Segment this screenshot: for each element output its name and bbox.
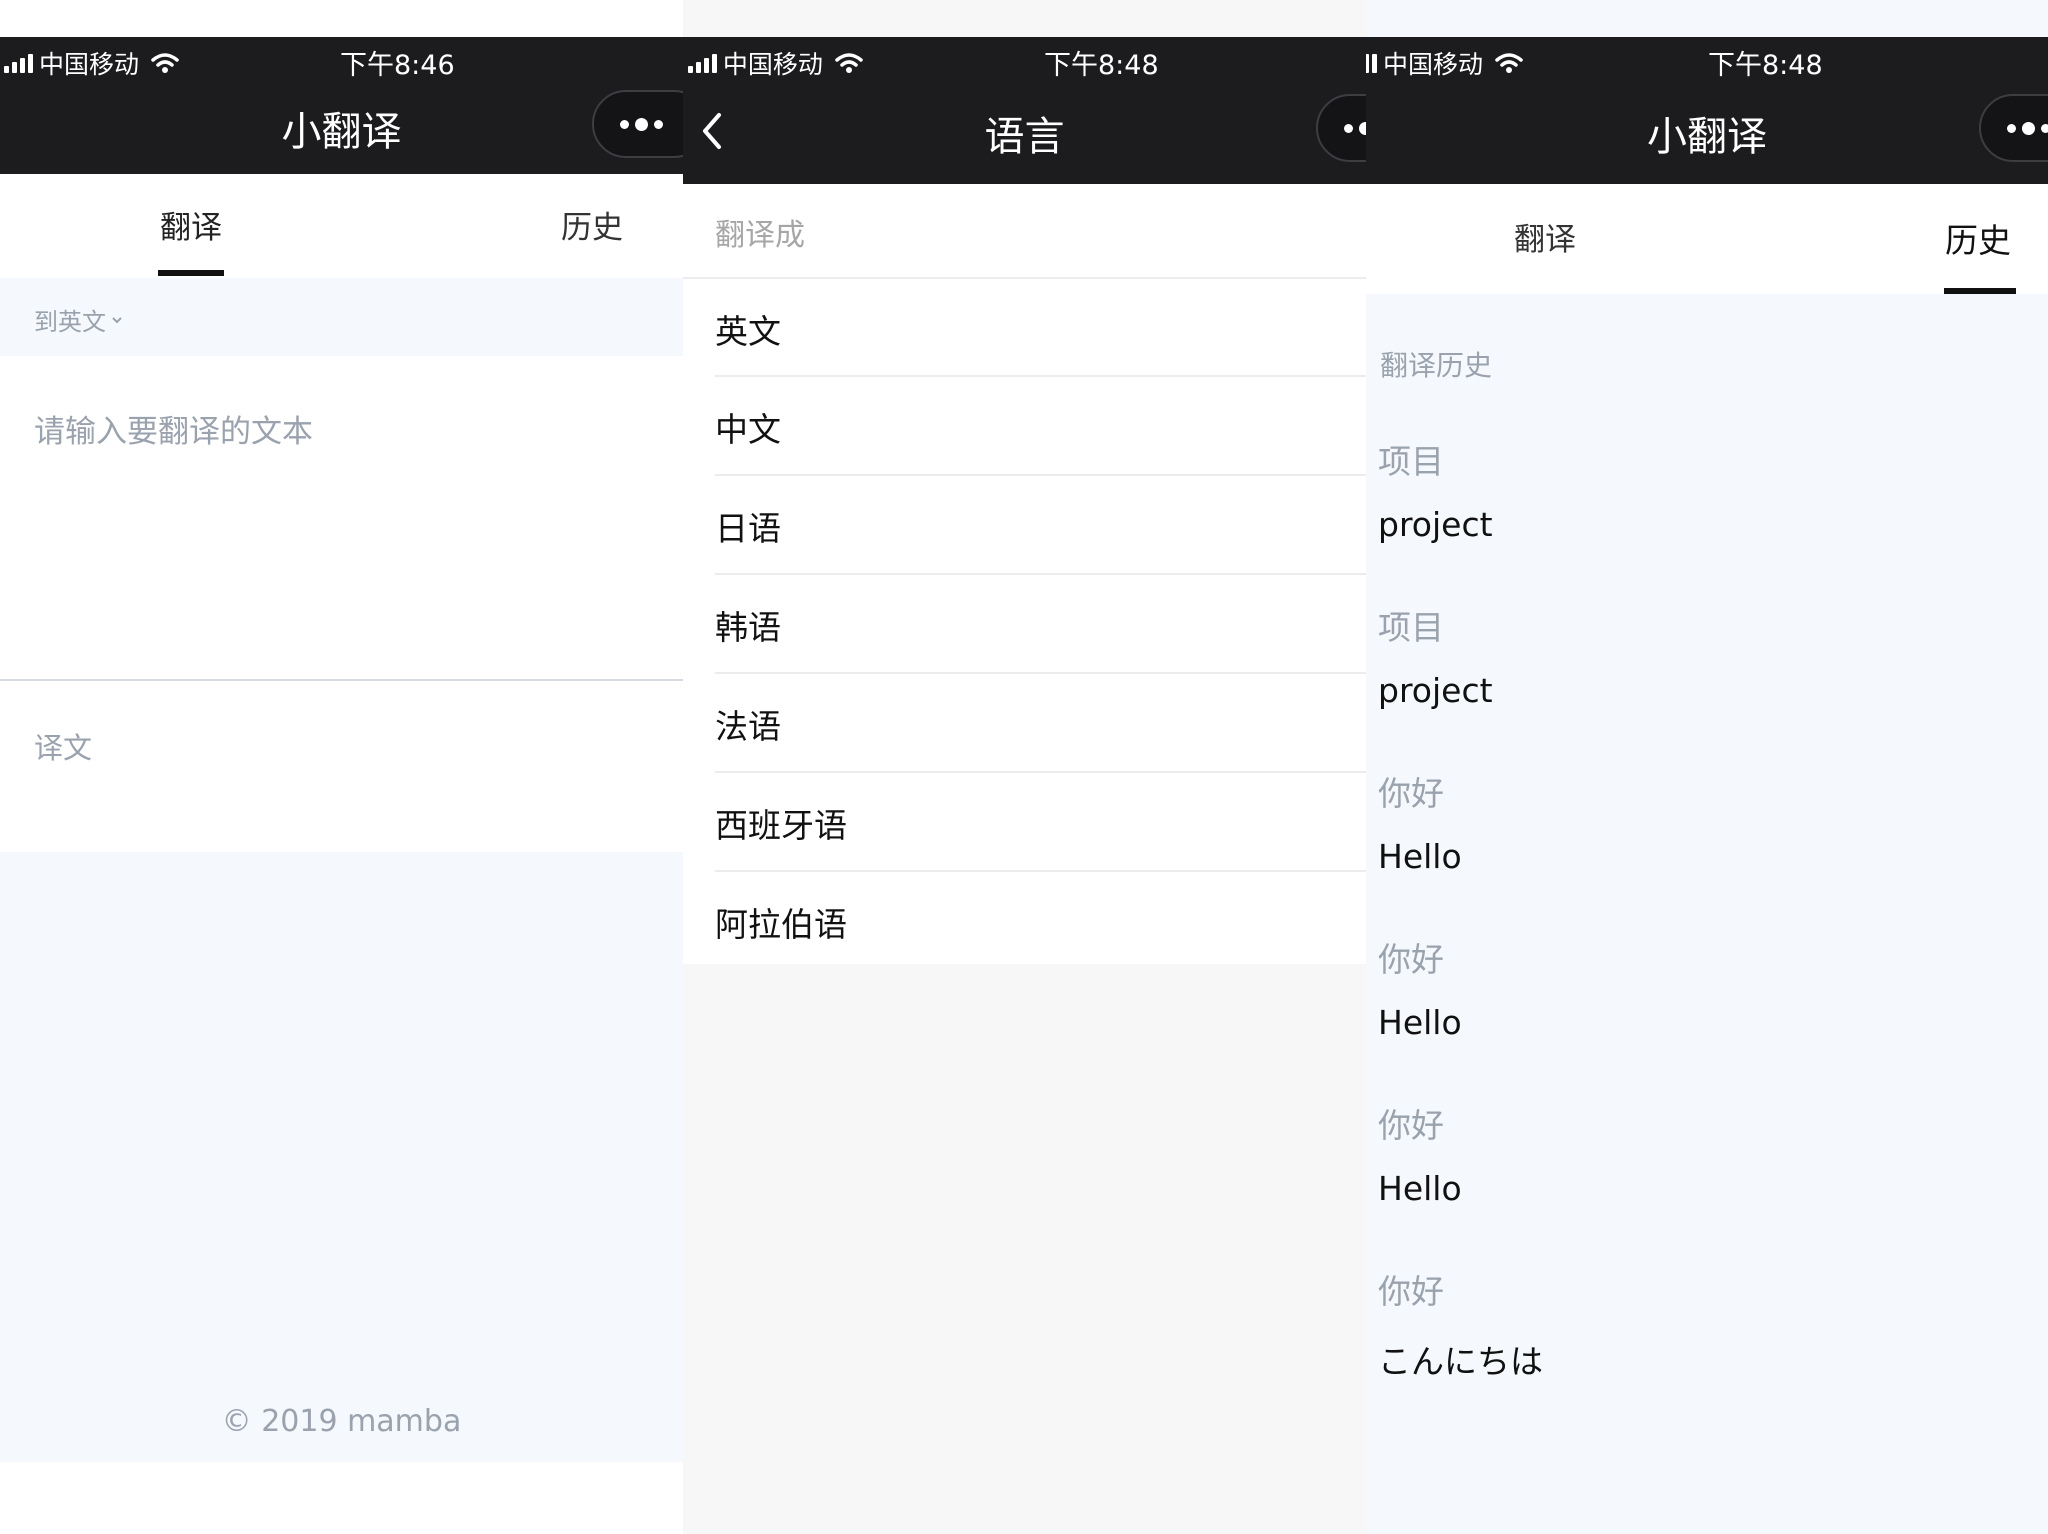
history-list: 项目 project 项目 project 你好 Hello 你好 Hello … [1366,425,2048,1421]
history-result: Hello [1378,837,1462,876]
history-source: 你好 [1378,1272,1444,1311]
result-label: 译文 [34,731,93,765]
language-label: 日语 [715,509,781,548]
section-header: 翻译成 [683,184,1366,279]
history-result: Hello [1378,1003,1462,1042]
history-item[interactable]: 你好 Hello [1366,923,2048,1089]
status-bar: 3 中国移动 下午8:48 [683,37,1366,83]
nav-bar: 中国移动 下午8:46 小翻译 [0,37,683,174]
tab-translate[interactable]: 翻译 [160,202,222,247]
page-title: 语言 [984,114,1065,160]
section-label: 翻译成 [715,218,805,253]
nav-bar: 3 中国移动 下午8:48 语言 [683,37,1366,184]
more-icon [1344,123,1353,133]
history-item[interactable]: 你好 Hello [1366,1089,2048,1255]
target-language-label: 到英文 [34,308,106,336]
language-label: 中文 [715,410,781,449]
language-screen: 3 中国移动 下午8:48 语言 翻译成 英文 中文 日语 韩语 法语 西班牙语… [683,0,1366,1534]
history-source: 项目 [1378,608,1444,647]
page-title: 小翻译 [1647,114,1767,160]
language-label: 阿拉伯语 [715,905,847,944]
language-label: 韩语 [715,608,781,647]
language-item[interactable]: 韩语 [683,575,1366,674]
result-area: 译文 [0,681,683,852]
language-item[interactable]: 英文 [683,279,1366,377]
translate-screen: 中国移动 下午8:46 小翻译 翻译 历史 到英文 请输入要翻译的文本 译文 ©… [0,0,683,1534]
tab-bar: 翻译 历史 [0,174,683,278]
language-item[interactable]: 日语 [683,476,1366,575]
language-list: 英文 中文 日语 韩语 法语 西班牙语 阿拉伯语 [683,279,1366,964]
more-icon [620,119,629,129]
status-time: 下午8:48 [1044,50,1159,81]
tab-bar: 翻译 历史 [1366,184,2048,294]
copyright-text: © 2019 mamba [221,1404,462,1439]
status-time: 下午8:48 [1708,50,1823,81]
history-source: 你好 [1378,940,1444,979]
history-source: 你好 [1378,1106,1444,1145]
history-item[interactable]: 你好 こんにちは [1366,1255,2048,1421]
wifi-icon [151,53,179,73]
more-icon [2007,123,2016,133]
history-result: project [1378,671,1493,710]
active-tab-indicator [1944,288,2016,294]
page-title: 小翻译 [281,109,402,155]
language-label: 西班牙语 [715,806,847,845]
history-item[interactable]: 项目 project [1366,591,2048,757]
signal-icon [1366,53,1377,73]
tab-history[interactable]: 历史 [1945,214,2011,262]
footer-panel: © 2019 mamba [0,852,683,1462]
history-source: 项目 [1378,442,1444,481]
tab-translate[interactable]: 翻译 [1514,214,1576,259]
history-result: project [1378,505,1493,544]
carrier-label: 中国移动 [722,50,823,79]
history-item[interactable]: 项目 project [1366,425,2048,591]
chevron-down-icon [112,316,122,323]
signal-icon [687,53,717,73]
history-result: Hello [1378,1169,1462,1208]
status-bar: 中国移动 下午8:48 [1366,37,2048,83]
input-area[interactable]: 请输入要翻译的文本 [0,356,683,681]
history-screen: 中国移动 下午8:48 小翻译 翻译 历史 翻译历史 项目 project 项目… [1366,0,2048,1534]
language-selector-bar: 到英文 [0,278,683,356]
wifi-icon [1495,53,1523,73]
language-label: 英文 [715,312,781,351]
input-placeholder: 请输入要翻译的文本 [34,414,313,450]
language-item[interactable]: 阿拉伯语 [683,872,1366,964]
history-section-label: 翻译历史 [1380,349,1493,382]
more-menu-button[interactable] [592,90,683,158]
language-label: 法语 [715,707,781,746]
target-language-select[interactable]: 到英文 [34,302,124,337]
language-item[interactable]: 中文 [683,377,1366,476]
carrier-label: 中国移动 [1383,50,1484,79]
language-item[interactable]: 西班牙语 [683,773,1366,872]
status-bar: 中国移动 下午8:46 [0,37,683,83]
more-menu-button[interactable] [1979,94,2048,162]
history-result: こんにちは [1378,1342,1543,1381]
status-time: 下午8:46 [340,50,455,81]
history-item[interactable]: 你好 Hello [1366,757,2048,923]
language-item[interactable]: 法语 [683,674,1366,773]
nav-bar: 中国移动 下午8:48 小翻译 [1366,37,2048,184]
tab-history[interactable]: 历史 [561,202,623,247]
carrier-label: 中国移动 [39,50,140,79]
signal-icon [4,53,33,73]
history-source: 你好 [1378,774,1444,813]
wifi-icon [835,53,863,73]
active-tab-indicator [158,270,224,276]
